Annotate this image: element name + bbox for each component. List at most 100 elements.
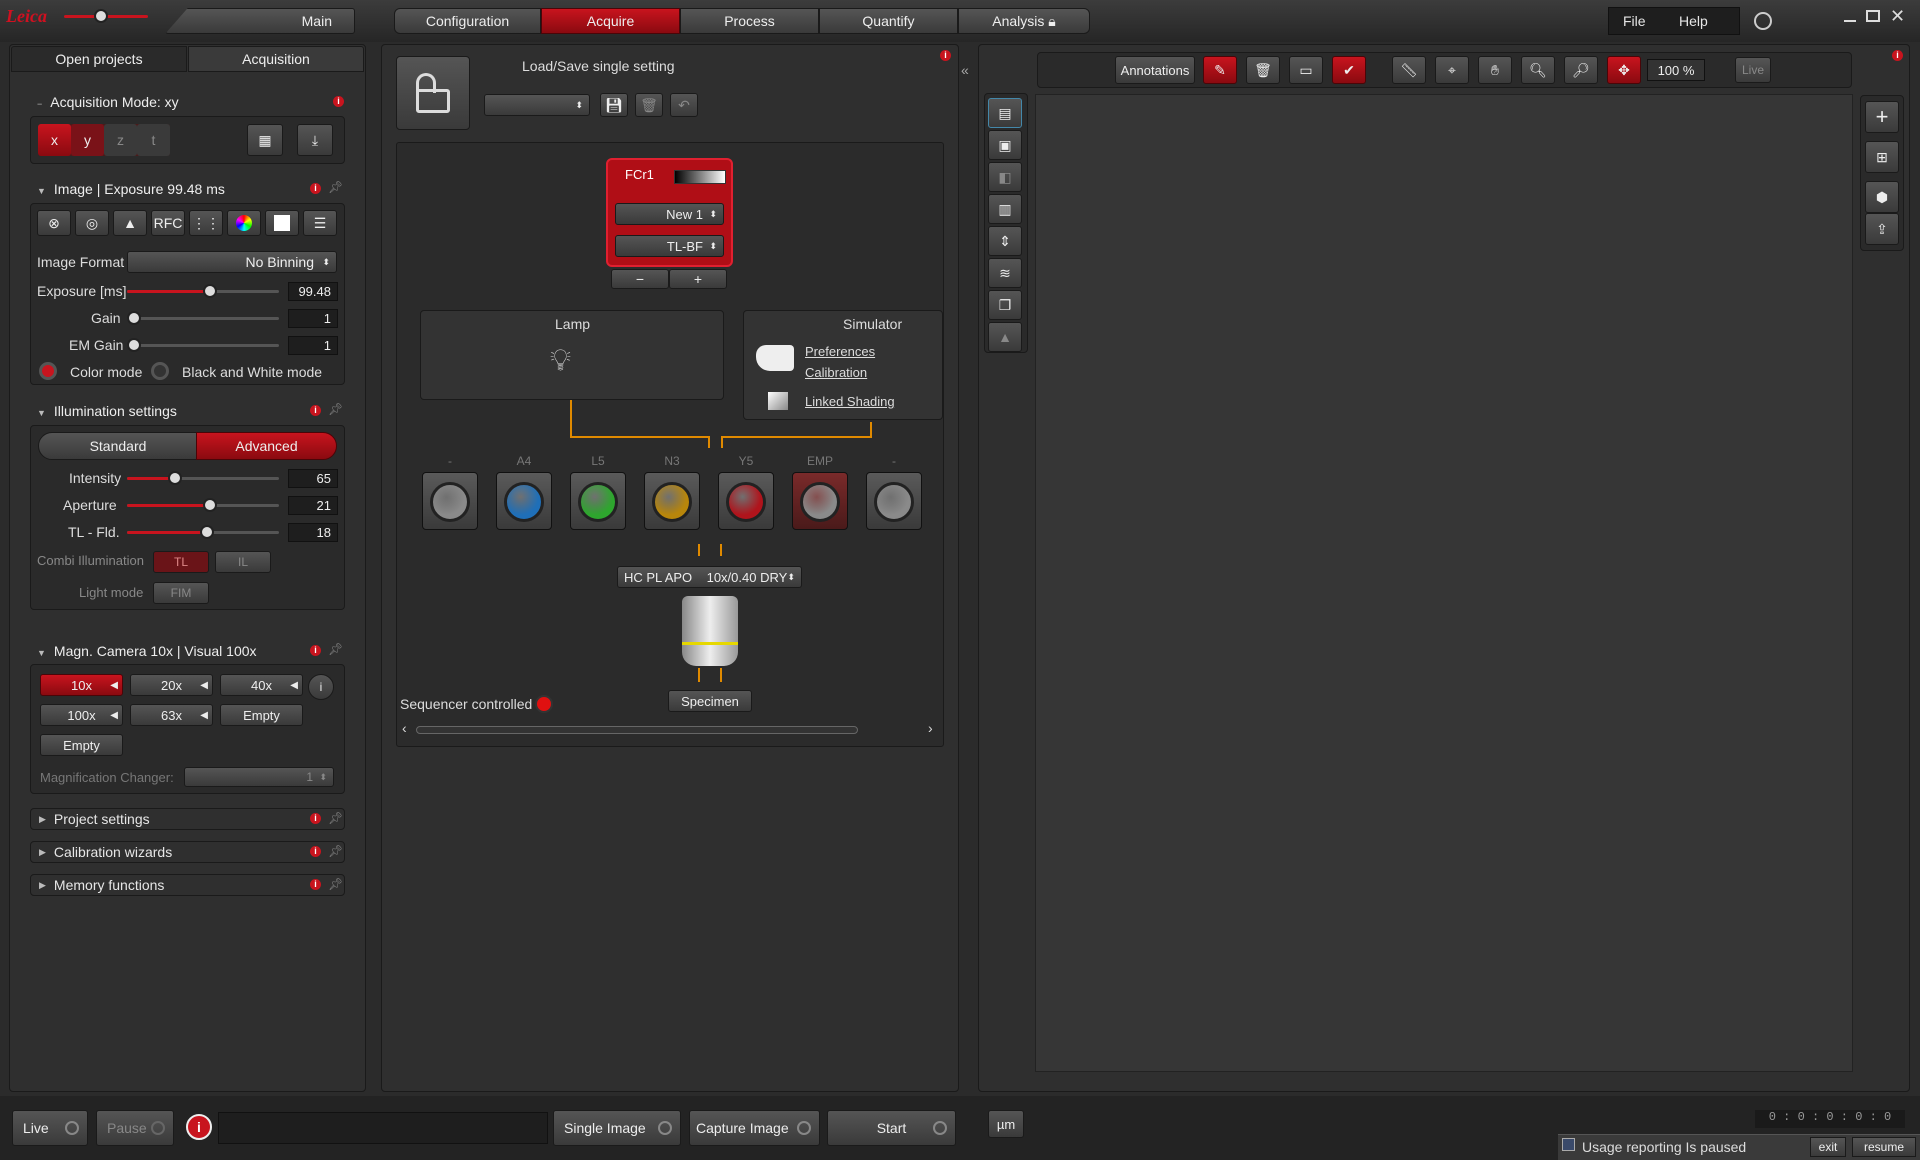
calibration-link[interactable]: Calibration — [805, 365, 867, 380]
rfc-button[interactable]: RFC — [151, 210, 185, 236]
pause-button[interactable]: Pause — [96, 1110, 174, 1146]
download-icon[interactable]: ⤓ — [297, 124, 333, 156]
menu-help[interactable]: Help — [1679, 13, 1708, 29]
info-icon[interactable]: i — [310, 813, 321, 824]
axis-z[interactable]: z — [104, 124, 137, 156]
info-icon[interactable]: i — [333, 96, 344, 107]
tab-quantify[interactable]: Quantify — [819, 8, 958, 34]
horizontal-scrollbar[interactable] — [416, 726, 858, 734]
histogram-icon[interactable]: ▲ — [988, 322, 1022, 352]
pin-icon[interactable]: 📌︎ — [328, 180, 343, 194]
pen-icon[interactable]: ✎ — [1203, 56, 1237, 84]
tab-process[interactable]: Process — [680, 8, 819, 34]
fit-icon[interactable]: ✥ — [1607, 56, 1641, 84]
minimize-icon[interactable] — [1844, 10, 1856, 22]
pin-icon[interactable]: 📌︎ — [328, 877, 343, 891]
fc-plus-button[interactable]: + — [669, 269, 727, 289]
objective-dropdown[interactable]: HC PL APO 10x/0.40 DRY ⬍ — [617, 566, 802, 588]
info-icon[interactable]: i — [940, 50, 951, 61]
slider-knob[interactable] — [202, 284, 217, 298]
setting-dropdown[interactable]: ⬍ — [484, 94, 590, 116]
filter-cube[interactable] — [422, 472, 478, 530]
mag-20x[interactable]: 20x ◀ — [130, 674, 213, 696]
pin-icon[interactable]: 📌︎ — [328, 642, 343, 656]
layers-icon[interactable]: ◧ — [988, 162, 1022, 192]
layout-icon[interactable]: ⊞ — [1865, 141, 1899, 173]
resume-button[interactable]: resume — [1852, 1137, 1916, 1157]
slider-knob[interactable] — [168, 471, 183, 485]
info-icon[interactable]: i — [310, 645, 321, 656]
zaxis-icon[interactable]: ⇕ — [988, 226, 1022, 256]
zoom-in-icon[interactable]: 🔎︎ — [1564, 56, 1598, 84]
magn-section-heading[interactable]: ▼ Magn. Camera 10x | Visual 100x — [37, 643, 257, 659]
tlfld-field[interactable]: 18 — [288, 523, 338, 542]
settings-list-icon[interactable]: ☰ — [303, 210, 337, 236]
tl-button[interactable]: TL — [153, 551, 209, 573]
ruler-icon[interactable]: 📏︎ — [1392, 56, 1426, 84]
tab-configuration[interactable]: Configuration — [394, 8, 541, 34]
mag-empty[interactable]: Empty — [220, 704, 303, 726]
grid-icon[interactable]: ▦ — [247, 124, 283, 156]
fc-minus-button[interactable]: − — [611, 269, 669, 289]
pin-icon[interactable]: 📌︎ — [328, 811, 343, 825]
filter-cube[interactable] — [496, 472, 552, 530]
live-button[interactable]: Live — [12, 1110, 88, 1146]
channels-icon[interactable]: ▤ — [988, 98, 1022, 128]
brightness-slider[interactable] — [64, 9, 148, 23]
tlfld-slider[interactable] — [127, 525, 279, 540]
axis-y[interactable]: y — [71, 124, 104, 156]
slider-knob[interactable] — [200, 525, 215, 539]
image-section-heading[interactable]: ▼ Image | Exposure 99.48 ms — [37, 181, 225, 197]
filter-cube[interactable] — [792, 472, 848, 530]
exit-button[interactable]: exit — [1810, 1137, 1846, 1157]
tab-acquire[interactable]: Acquire — [541, 8, 680, 34]
acq-mode-heading[interactable]: − Acquisition Mode: xy — [37, 94, 179, 110]
leica-circle-icon[interactable] — [1754, 12, 1772, 30]
collapse-icon[interactable]: « — [961, 62, 975, 92]
usage-checkbox[interactable] — [1562, 1138, 1575, 1151]
specimen-button[interactable]: Specimen — [668, 690, 752, 712]
image-icon[interactable]: ▣ — [988, 130, 1022, 160]
emgain-field[interactable]: 1 — [288, 336, 338, 355]
filter-cube[interactable] — [644, 472, 700, 530]
main-dropdown[interactable]: Main — [165, 8, 355, 34]
reset-icon[interactable]: ⊗ — [37, 210, 71, 236]
white-balance-icon[interactable] — [265, 210, 299, 236]
export-icon[interactable]: ⇪ — [1865, 213, 1899, 245]
info-icon[interactable]: i — [310, 879, 321, 890]
exposure-field[interactable]: 99.48 — [288, 282, 338, 301]
filter-cube[interactable] — [718, 472, 774, 530]
fc-new-dropdown[interactable]: New 1 ⬍ — [615, 203, 724, 225]
save-icon[interactable]: 💾︎ — [600, 93, 628, 117]
maximize-icon[interactable] — [1866, 10, 1880, 22]
annotations-button[interactable]: Annotations — [1115, 56, 1195, 84]
project-settings-section[interactable]: ▶ Project settings — [30, 808, 345, 830]
menu-file[interactable]: File — [1623, 13, 1669, 29]
binning-icon[interactable]: ⋮⋮ — [189, 210, 223, 236]
close-icon[interactable]: ✕ — [1890, 6, 1905, 27]
magchanger-field[interactable]: 1 ⬍ — [184, 767, 334, 787]
pin-icon[interactable]: 📌︎ — [328, 402, 343, 416]
emgain-slider[interactable] — [127, 338, 279, 353]
bw-mode-radio[interactable] — [151, 362, 169, 380]
exposure-slider[interactable] — [127, 284, 279, 299]
color-mode-radio[interactable] — [39, 362, 57, 380]
aperture-field[interactable]: 21 — [288, 496, 338, 515]
fim-button[interactable]: FIM — [153, 582, 209, 604]
mag-info-icon[interactable]: i — [308, 674, 334, 700]
scroll-right-icon[interactable]: › — [928, 720, 933, 736]
color-wheel-icon[interactable] — [227, 210, 261, 236]
mag-10x[interactable]: 10x ◀ — [40, 674, 123, 696]
image-format-dropdown[interactable]: No Binning ⬍ — [127, 251, 337, 273]
wave-icon[interactable]: ≋ — [988, 258, 1022, 288]
viewer-live-button[interactable]: Live — [1735, 57, 1771, 83]
axis-x[interactable]: x — [38, 124, 71, 156]
slider-knob[interactable] — [202, 498, 217, 512]
mag-100x[interactable]: 100x ◀ — [40, 704, 123, 726]
mag-40x[interactable]: 40x ◀ — [220, 674, 303, 696]
info-icon[interactable]: i — [310, 183, 321, 194]
zoom-field[interactable]: 100 % — [1647, 59, 1705, 81]
tab-open-projects[interactable]: Open projects — [11, 46, 187, 72]
gain-field[interactable]: 1 — [288, 309, 338, 328]
undo-icon[interactable]: ↶ — [670, 93, 698, 117]
